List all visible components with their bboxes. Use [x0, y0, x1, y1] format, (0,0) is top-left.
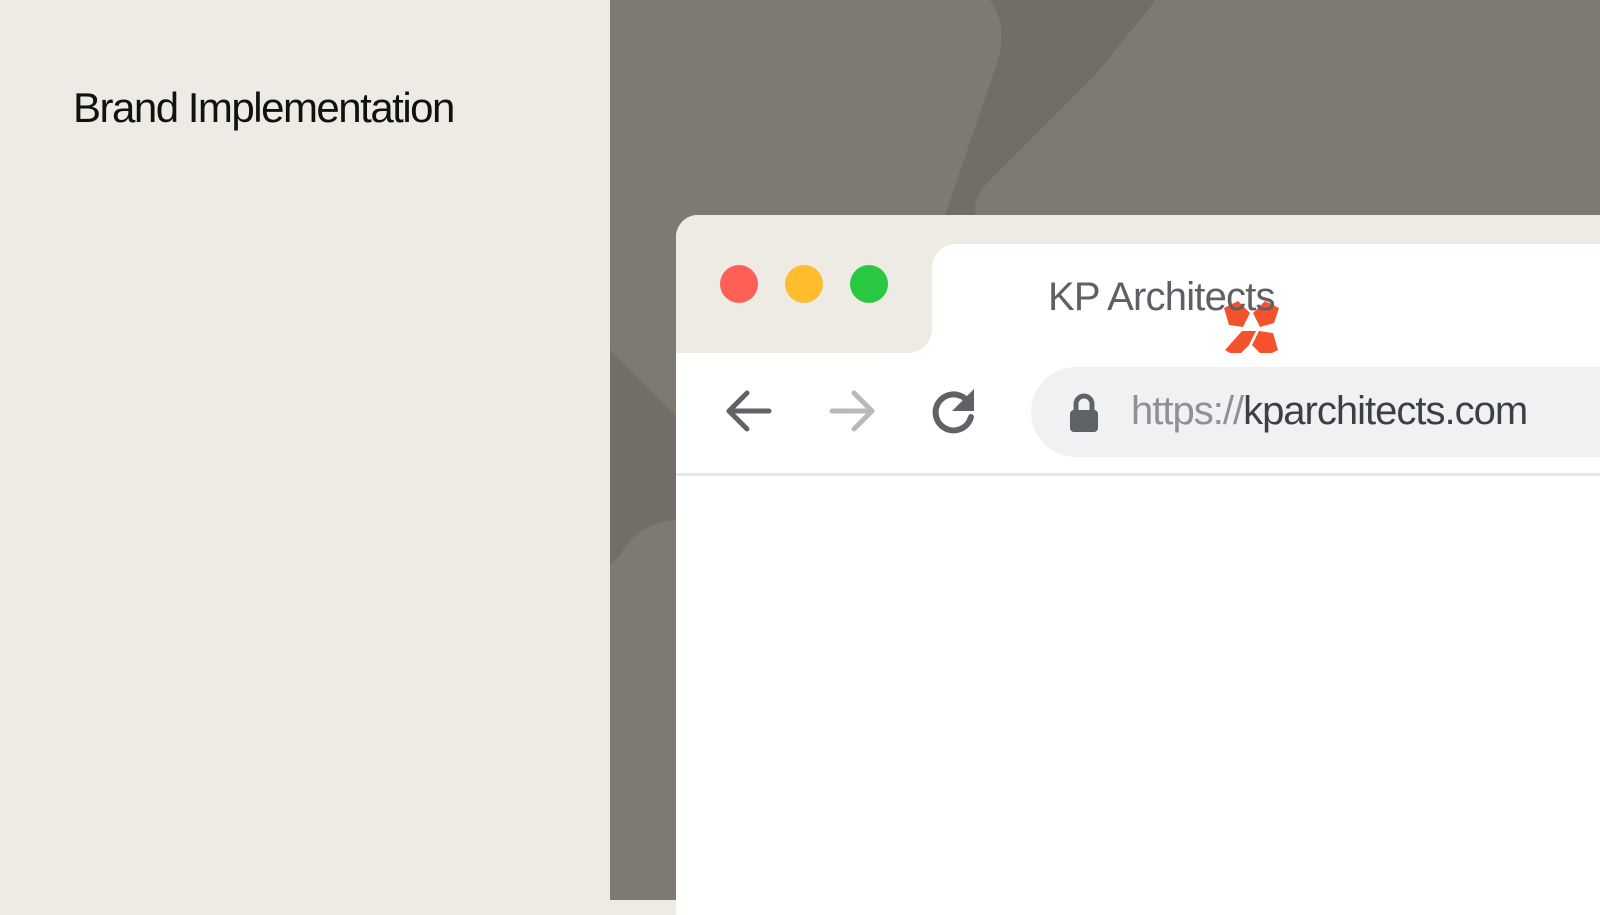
reload-button[interactable] [926, 383, 982, 439]
url-host: kparchitects.com [1243, 389, 1528, 433]
lock-icon [1070, 393, 1098, 432]
url-scheme: https:// [1131, 389, 1244, 433]
maximize-window-button[interactable] [850, 265, 888, 303]
page-content [676, 476, 1600, 915]
reload-icon [932, 389, 974, 434]
tab-title: KP Architects [1048, 275, 1276, 319]
back-button[interactable] [721, 383, 777, 439]
tab-strip: KP Architects [676, 215, 1600, 364]
address-bar[interactable]: https://kparchitects.com [1031, 367, 1600, 457]
arrow-right-icon [829, 390, 875, 432]
forward-button[interactable] [824, 383, 880, 439]
browser-window: KP Architects https://kparchitects.com [676, 215, 1600, 915]
tab-corner [908, 329, 932, 353]
left-panel: Brand Implementation [0, 0, 610, 900]
arrow-left-icon [726, 390, 772, 432]
minimize-window-button[interactable] [785, 265, 823, 303]
browser-toolbar: https://kparchitects.com [676, 353, 1600, 476]
url-text[interactable]: https://kparchitects.com [1131, 389, 1528, 434]
close-window-button[interactable] [720, 265, 758, 303]
slide-title: Brand Implementation [73, 84, 455, 131]
tab-kp-architects[interactable]: KP Architects [932, 244, 1600, 364]
